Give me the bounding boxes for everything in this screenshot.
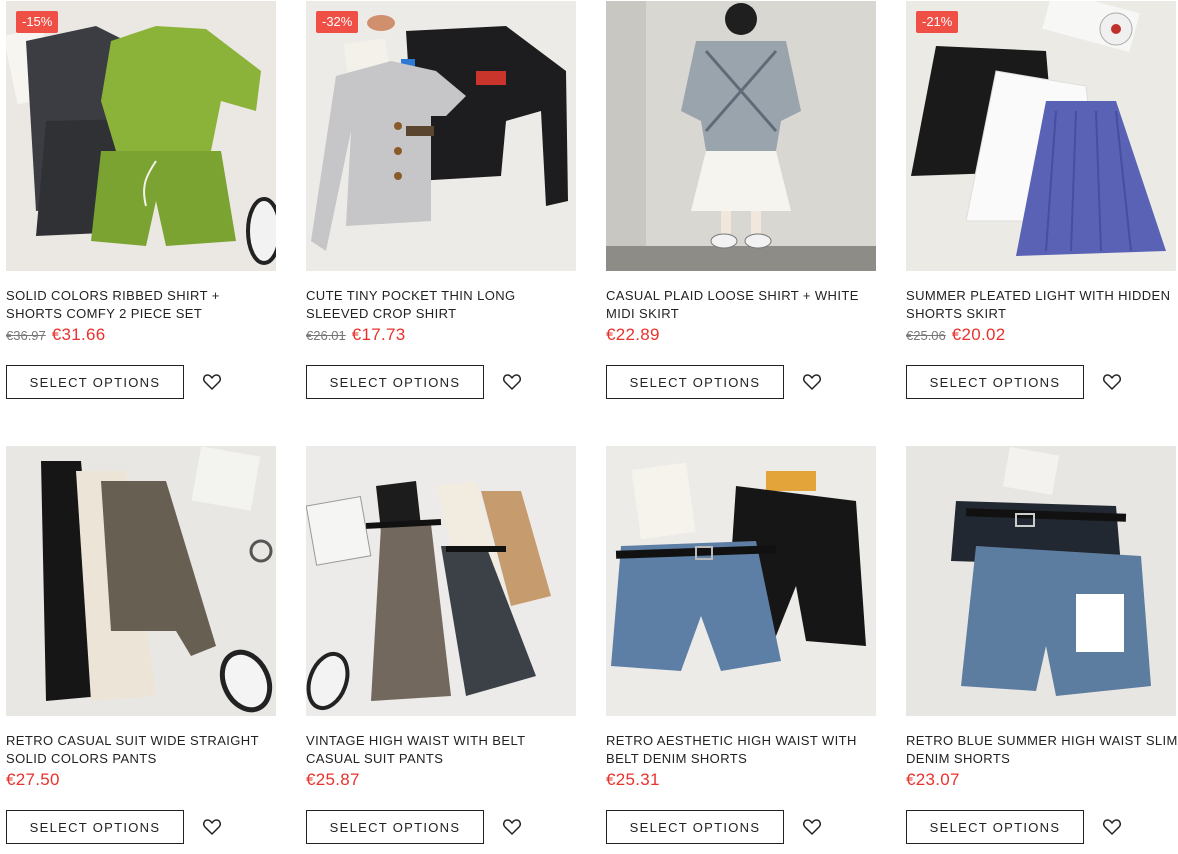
select-options-button[interactable]: SELECT OPTIONS [906, 365, 1084, 399]
product-title[interactable]: RETRO BLUE SUMMER HIGH WAIST SLIM DENIM … [906, 732, 1178, 768]
product-card: -32% CUTE TINY POCKET THIN LONG SLEEVED … [306, 1, 578, 399]
product-image[interactable] [906, 446, 1176, 716]
price-row: €25.31 [606, 770, 878, 792]
product-image[interactable] [6, 446, 276, 716]
select-options-button[interactable]: SELECT OPTIONS [6, 810, 184, 844]
heart-icon[interactable] [1102, 817, 1122, 837]
heart-icon[interactable] [502, 817, 522, 837]
product-actions: SELECT OPTIONS [606, 365, 878, 399]
product-image[interactable]: -32% [306, 1, 576, 271]
select-options-button[interactable]: SELECT OPTIONS [306, 810, 484, 844]
price: €23.07 [906, 770, 960, 789]
original-price: €36.97 [6, 328, 46, 343]
product-image[interactable]: -21% [906, 1, 1176, 271]
product-title[interactable]: RETRO AESTHETIC HIGH WAIST WITH BELT DEN… [606, 732, 878, 768]
original-price: €25.06 [906, 328, 946, 343]
product-actions: SELECT OPTIONS [306, 810, 578, 844]
product-title[interactable]: RETRO CASUAL SUIT WIDE STRAIGHT SOLID CO… [6, 732, 278, 768]
product-title[interactable]: SOLID COLORS RIBBED SHIRT + SHORTS COMFY… [6, 287, 278, 323]
product-image[interactable]: -15% [6, 1, 276, 271]
product-card: -21% SUMMER PLEATED LIGHT WITH HIDDEN SH… [906, 1, 1178, 399]
price-row: €36.97 €31.66 [6, 325, 278, 347]
price-row: €27.50 [6, 770, 278, 792]
heart-icon[interactable] [502, 372, 522, 392]
price-row: €26.01 €17.73 [306, 325, 578, 347]
price-row: €25.06 €20.02 [906, 325, 1178, 347]
product-image[interactable] [606, 446, 876, 716]
discount-badge: -15% [16, 11, 59, 33]
product-card: RETRO CASUAL SUIT WIDE STRAIGHT SOLID CO… [6, 446, 278, 844]
select-options-button[interactable]: SELECT OPTIONS [306, 365, 484, 399]
original-price: €26.01 [306, 328, 346, 343]
product-card: VINTAGE HIGH WAIST WITH BELT CASUAL SUIT… [306, 446, 578, 844]
product-actions: SELECT OPTIONS [906, 810, 1178, 844]
discount-badge: -32% [316, 11, 359, 33]
select-options-button[interactable]: SELECT OPTIONS [6, 365, 184, 399]
sale-price: €31.66 [51, 325, 106, 344]
product-title[interactable]: VINTAGE HIGH WAIST WITH BELT CASUAL SUIT… [306, 732, 578, 768]
price: €25.87 [306, 770, 360, 789]
heart-icon[interactable] [1102, 372, 1122, 392]
discount-badge: -21% [916, 11, 959, 33]
product-actions: SELECT OPTIONS [606, 810, 878, 844]
product-image[interactable] [606, 1, 876, 271]
product-title[interactable]: CUTE TINY POCKET THIN LONG SLEEVED CROP … [306, 287, 578, 323]
price: €22.89 [606, 325, 660, 344]
product-image[interactable] [306, 446, 576, 716]
select-options-button[interactable]: SELECT OPTIONS [906, 810, 1084, 844]
heart-icon[interactable] [802, 817, 822, 837]
sale-price: €17.73 [351, 325, 406, 344]
price: €25.31 [606, 770, 660, 789]
product-actions: SELECT OPTIONS [6, 365, 278, 399]
price-row: €25.87 [306, 770, 578, 792]
product-title[interactable]: SUMMER PLEATED LIGHT WITH HIDDEN SHORTS … [906, 287, 1178, 323]
heart-icon[interactable] [202, 817, 222, 837]
sale-price: €20.02 [951, 325, 1006, 344]
select-options-button[interactable]: SELECT OPTIONS [606, 810, 784, 844]
select-options-button[interactable]: SELECT OPTIONS [606, 365, 784, 399]
product-actions: SELECT OPTIONS [6, 810, 278, 844]
price-row: €23.07 [906, 770, 1178, 792]
product-grid: -15% SOLID COLORS RIBBED SHIRT + SHORTS … [0, 0, 1178, 854]
product-card: -15% SOLID COLORS RIBBED SHIRT + SHORTS … [6, 1, 278, 399]
price: €27.50 [6, 770, 60, 789]
product-title[interactable]: CASUAL PLAID LOOSE SHIRT + WHITE MIDI SK… [606, 287, 878, 323]
product-actions: SELECT OPTIONS [306, 365, 578, 399]
product-card: RETRO BLUE SUMMER HIGH WAIST SLIM DENIM … [906, 446, 1178, 844]
product-card: CASUAL PLAID LOOSE SHIRT + WHITE MIDI SK… [606, 1, 878, 399]
price-row: €22.89 [606, 325, 878, 347]
heart-icon[interactable] [202, 372, 222, 392]
product-actions: SELECT OPTIONS [906, 365, 1178, 399]
heart-icon[interactable] [802, 372, 822, 392]
product-card: RETRO AESTHETIC HIGH WAIST WITH BELT DEN… [606, 446, 878, 844]
